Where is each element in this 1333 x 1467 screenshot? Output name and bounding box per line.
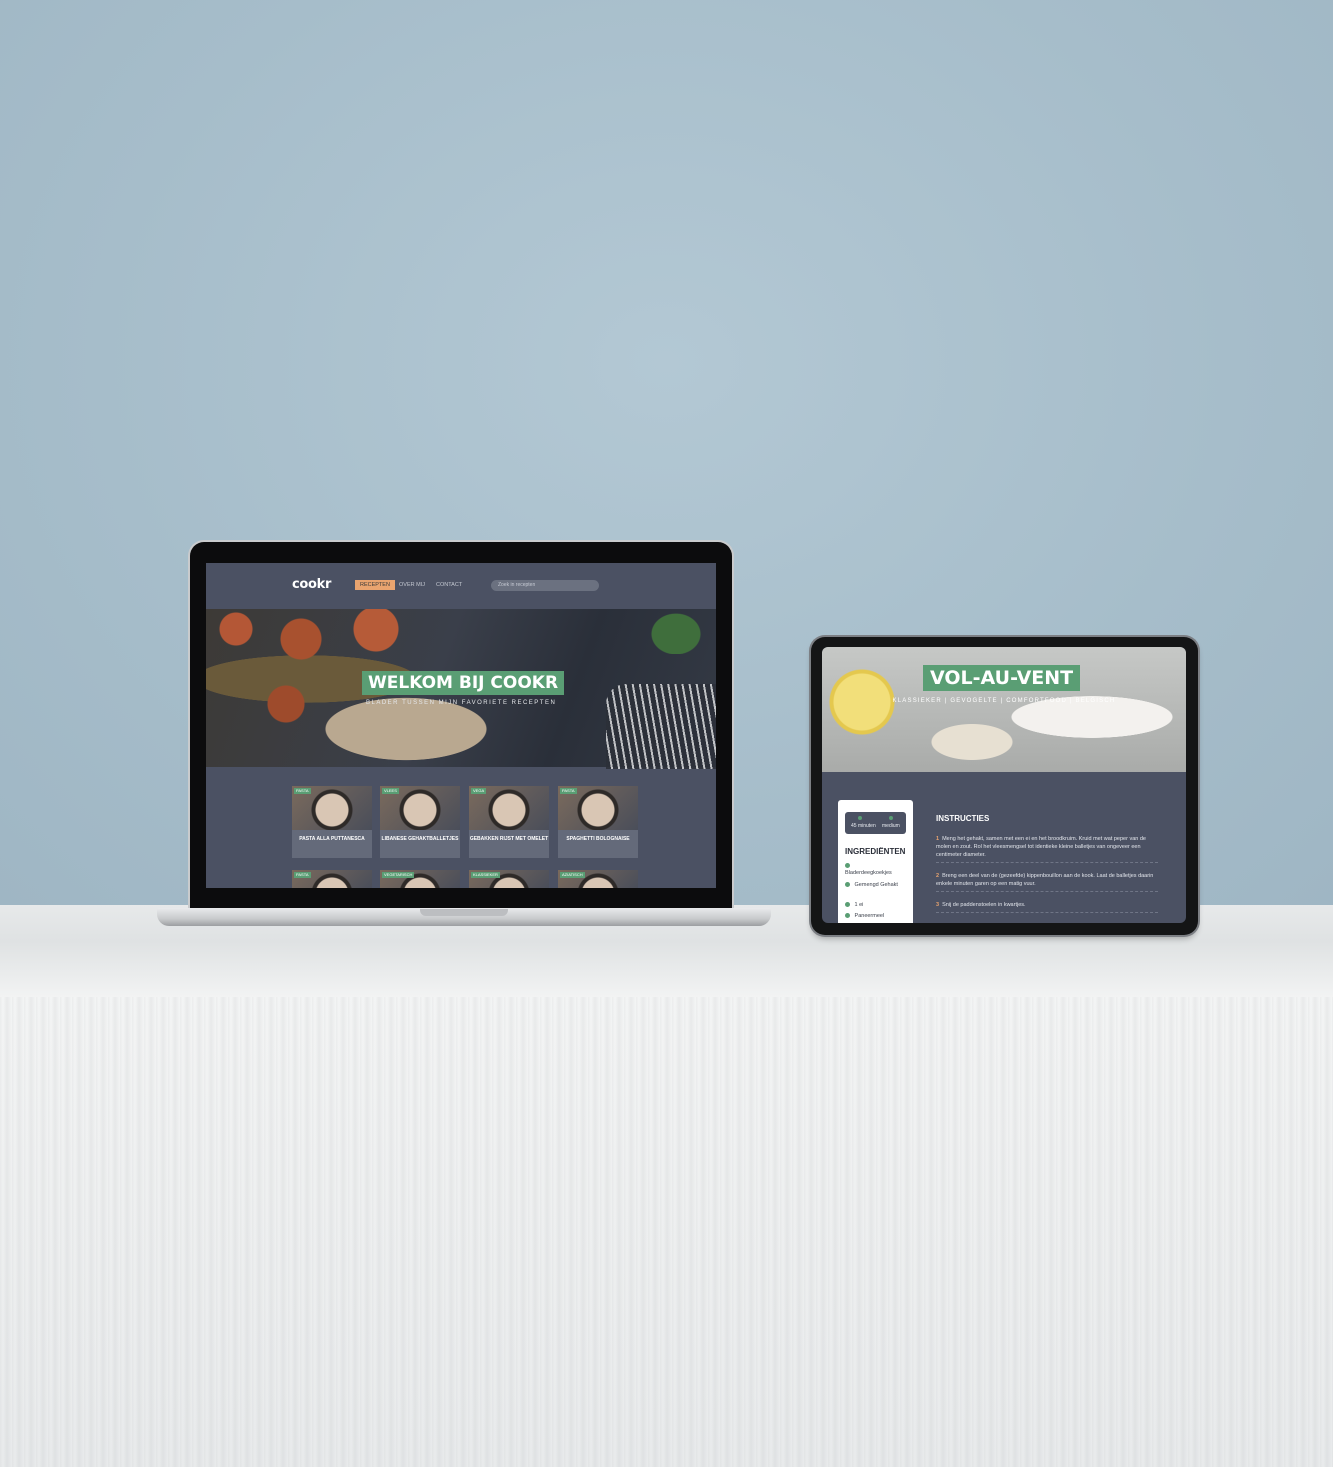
recipe-card[interactable]: PASTA — [292, 870, 372, 888]
nav-recepten[interactable]: RECEPTEN — [355, 580, 395, 590]
search-input[interactable]: Zoek in recepten — [491, 580, 599, 591]
ingredients-panel: 45 minuten medium INGREDIËNTEN Bladerdee… — [838, 800, 913, 923]
recipe-title: LIBANESE GEHAKTBALLETJES — [381, 836, 459, 842]
recipe-categories: KLASSIEKER | GEVOGELTE | COMFORTFOOD | B… — [892, 698, 1116, 704]
laptop-notch — [420, 909, 508, 916]
step-number: 2 — [936, 873, 940, 879]
site-logo[interactable]: cookr — [292, 577, 331, 592]
ingredient-item[interactable]: Bladerdeegkoekjes — [845, 863, 905, 877]
recipe-title: SPAGHETTI BOLOGNAISE — [566, 836, 630, 842]
recipe-tag: VEGA — [471, 788, 487, 794]
hero-towel-decoration — [606, 684, 716, 769]
recipe-tag: VLEES — [382, 788, 399, 794]
step-text: Meng het gehakt, samen met een ei en het… — [936, 836, 1146, 858]
recipe-tag: PASTA — [294, 788, 311, 794]
recipe-title: PASTA ALLA PUTTANESCA — [299, 836, 365, 842]
nav-over-mij[interactable]: OVER MIJ — [399, 580, 425, 590]
clock-icon — [858, 816, 862, 820]
ingredient-item[interactable]: 1 ei — [845, 902, 905, 909]
instructions-title: INSTRUCTIES — [936, 814, 990, 823]
instruction-step: 1 Meng het gehakt, samen met een ei en he… — [936, 835, 1158, 863]
ingredient-label: Gemengd Gehakt — [854, 882, 898, 888]
recipe-card[interactable]: KLASSIEKER — [469, 870, 549, 888]
recipe-hero-image: VOL-AU-VENT KLASSIEKER | GEVOGELTE | COM… — [822, 647, 1186, 772]
check-icon — [845, 882, 850, 888]
ingredient-item[interactable]: Gemengd Gehakt — [845, 882, 905, 889]
recipe-card[interactable]: AZIATISCH — [558, 870, 638, 888]
recipe-card[interactable]: VLEES LIBANESE GEHAKTBALLETJES — [380, 786, 460, 858]
hero-banner: WELKOM BIJ COOKR BLADER TUSSEN MIJN FAVO… — [206, 609, 716, 769]
recipe-difficulty: medium — [882, 823, 900, 829]
recipe-card[interactable]: VEGETARISCH — [380, 870, 460, 888]
recipe-title: GEBAKKEN RIJST MET OMELET — [469, 836, 549, 842]
site-navbar: cookr RECEPTEN OVER MIJ CONTACT Zoek in … — [206, 563, 716, 609]
recipe-meta: 45 minuten medium — [845, 812, 906, 834]
table-front — [0, 997, 1333, 1467]
check-icon — [845, 863, 850, 869]
hero-basil-decoration — [646, 609, 706, 654]
recipe-tag: VEGETARISCH — [382, 872, 415, 878]
ingredient-label: 1 ei — [854, 902, 864, 908]
hero-title: WELKOM BIJ COOKR — [362, 671, 565, 695]
nav-contact[interactable]: CONTACT — [436, 580, 462, 590]
difficulty-icon — [889, 816, 893, 820]
instruction-step: 3 Snij de paddenstoelen in kwartjes. — [936, 901, 1158, 913]
recipe-time: 45 minuten — [851, 823, 876, 829]
ingredient-item[interactable]: Paneermeel — [845, 913, 905, 920]
recipe-tag: PASTA — [294, 872, 311, 878]
step-number: 1 — [936, 836, 940, 842]
recipe-card[interactable]: PASTA PASTA ALLA PUTTANESCA — [292, 786, 372, 858]
step-text: Breng een deel van de (gezeefde) kippenb… — [936, 873, 1154, 887]
check-icon — [845, 902, 850, 908]
check-icon — [845, 913, 850, 919]
step-number: 3 — [936, 902, 940, 908]
recipe-card[interactable]: VEGA GEBAKKEN RIJST MET OMELET — [469, 786, 549, 858]
recipe-page-title: VOL-AU-VENT — [923, 665, 1081, 691]
recipe-tag: PASTA — [560, 788, 577, 794]
recipe-tag: KLASSIEKER — [471, 872, 500, 878]
tablet-screen: VOL-AU-VENT KLASSIEKER | GEVOGELTE | COM… — [822, 647, 1186, 923]
ingredient-label: Bladerdeegkoekjes — [845, 870, 892, 876]
instruction-step: 2 Breng een deel van de (gezeefde) kippen… — [936, 872, 1158, 892]
laptop-screen: cookr RECEPTEN OVER MIJ CONTACT Zoek in … — [206, 563, 716, 888]
recipe-card[interactable]: PASTA SPAGHETTI BOLOGNAISE — [558, 786, 638, 858]
step-text: Snij de paddenstoelen in kwartjes. — [942, 902, 1026, 908]
ingredients-title: INGREDIËNTEN — [845, 847, 906, 856]
recipe-tag: AZIATISCH — [560, 872, 585, 878]
ingredient-label: Paneermeel — [854, 913, 885, 919]
hero-subtitle: BLADER TUSSEN MIJN FAVORIETE RECEPTEN — [366, 700, 557, 706]
